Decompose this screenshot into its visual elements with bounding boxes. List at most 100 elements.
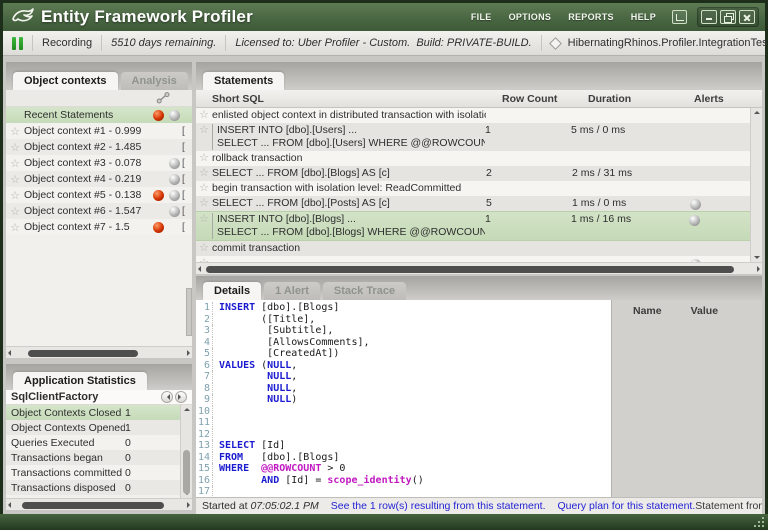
stat-row[interactable]: Transactions disposed 0 (6, 480, 180, 495)
favorite-star-icon[interactable]: ☆ (196, 213, 212, 225)
statement-row[interactable]: ☆ commit transaction (196, 241, 762, 256)
context-label: Object context #6 - 1.547 (24, 205, 142, 217)
context-list-item[interactable]: ☆ Object context #1 - 0.999 [ (6, 123, 192, 139)
context-list-item[interactable]: ☆ Object context #6 - 1.547 [ (6, 203, 192, 219)
stat-value: 0 (125, 466, 131, 479)
statement-row[interactable]: ☆ INSERT INTO [dbo].[Blogs] ... SELECT .… (196, 211, 762, 241)
context-list-item[interactable]: ☆ Object context #3 - 0.078 [ (6, 155, 192, 171)
favorite-star-icon[interactable]: ☆ (6, 173, 24, 186)
statements-horizontal-scrollbar[interactable] (196, 262, 762, 274)
statement-row[interactable]: ☆ enlisted object context in distributed… (196, 108, 762, 123)
favorite-star-icon[interactable]: ☆ (196, 167, 212, 179)
favorite-star-icon[interactable]: ☆ (196, 124, 212, 136)
favorite-star-icon[interactable]: ☆ (6, 141, 24, 154)
favorite-star-icon[interactable]: ☆ (196, 197, 212, 209)
context-list-item[interactable]: ☆ Object context #4 - 0.219 [ (6, 171, 192, 187)
build-label: Build: PRIVATE-BUILD. (416, 37, 532, 49)
license-cell: Licensed to: Uber Profiler - Custom. Bui… (226, 35, 542, 51)
menu-item[interactable]: REPORTS (568, 12, 614, 22)
favorite-star-icon[interactable]: ☆ (196, 182, 212, 194)
tab-stack-trace[interactable]: Stack Trace (322, 282, 407, 300)
clipped-text: [ (182, 205, 185, 217)
code-text: [Subtitle], (219, 325, 334, 336)
close-icon[interactable] (739, 10, 755, 24)
recording-indicator[interactable] (3, 35, 33, 51)
scrollbar-thumb[interactable] (182, 450, 190, 494)
scroll-right-icon[interactable] (187, 501, 190, 508)
favorite-star-icon[interactable]: ☆ (6, 157, 24, 170)
short-sql-text: SELECT ... FROM [dbo].[Posts] AS [c] (212, 197, 390, 209)
tab-statements[interactable]: Statements (203, 72, 285, 90)
scroll-up-icon[interactable] (753, 111, 760, 114)
context-label: Recent Statements (24, 109, 114, 121)
scrollbar-thumb[interactable] (206, 265, 734, 273)
menu-item[interactable]: HELP (631, 12, 656, 22)
started-at-time: 07:05:02.1 PM (250, 500, 319, 512)
scroll-right-icon[interactable] (757, 265, 760, 272)
scroll-right-icon[interactable] (187, 349, 190, 356)
stat-row[interactable]: Queries Executed 0 (6, 435, 180, 450)
context-list-item[interactable]: ☆ Object context #7 - 1.5 [ (6, 219, 192, 235)
param-value-header[interactable]: Value (691, 305, 718, 317)
scroll-left-icon[interactable] (8, 349, 11, 356)
scrollbar-thumb[interactable] (22, 501, 164, 509)
favorite-star-icon[interactable]: ☆ (196, 152, 212, 164)
param-name-header[interactable]: Name (633, 305, 662, 317)
sql-code-view[interactable]: 1 INSERT [dbo].[Blogs] 2 ([Title], 3 [Su… (196, 300, 612, 497)
statement-row[interactable]: ☆ rollback transaction (196, 151, 762, 166)
tab-analysis[interactable]: Analysis (120, 72, 188, 90)
column-row-count[interactable]: Row Count (502, 93, 588, 105)
stats-prev-icon[interactable] (161, 391, 173, 403)
favorite-star-icon[interactable]: ☆ (6, 189, 24, 202)
scroll-left-icon[interactable] (198, 265, 201, 272)
stat-row[interactable]: Transactions committed 0 (6, 465, 180, 480)
alert-gray-indicator (690, 199, 701, 210)
short-sql-text: INSERT INTO [dbo].[Blogs] ... SELECT ...… (212, 213, 485, 239)
favorite-star-icon[interactable]: ☆ (196, 109, 212, 121)
scroll-up-icon[interactable] (183, 408, 190, 411)
statement-row[interactable]: ☆ begin transaction with isolation level… (196, 181, 762, 196)
column-duration[interactable]: Duration (588, 93, 694, 105)
tab-application-statistics[interactable]: Application Statistics (13, 372, 147, 390)
statement-row[interactable]: ☆ SELECT ... FROM [dbo].[Blogs] AS [c] 2… (196, 166, 762, 181)
menu-item[interactable]: OPTIONS (509, 12, 552, 22)
favorite-star-icon[interactable]: ☆ (6, 221, 24, 234)
row-count-value: 5 (486, 197, 492, 209)
see-rows-link[interactable]: See the 1 row(s) resulting from this sta… (331, 500, 546, 512)
context-list-item[interactable]: ☆ Recent Statements (6, 107, 192, 123)
favorite-star-icon[interactable]: ☆ (6, 125, 24, 138)
statements-vertical-scrollbar[interactable] (750, 108, 762, 262)
statement-row[interactable]: ☆ INSERT INTO [dbo].[Users] ... SELECT .… (196, 123, 762, 151)
link-icon[interactable] (156, 92, 170, 104)
favorite-star-icon[interactable]: ☆ (196, 242, 212, 254)
scroll-left-icon[interactable] (8, 501, 11, 508)
popout-icon[interactable] (672, 10, 687, 24)
column-short-sql[interactable]: Short SQL (212, 93, 502, 105)
contexts-vertical-scrollbar[interactable] (186, 288, 192, 336)
scrollbar-thumb[interactable] (28, 349, 138, 357)
stat-row[interactable]: Object Contexts Closed 1 (6, 405, 180, 420)
stat-row[interactable]: Transactions began 0 (6, 450, 180, 465)
stats-horizontal-scrollbar[interactable] (6, 498, 192, 510)
maximize-icon[interactable] (720, 10, 736, 24)
status-toolbar: Recording 5510 days remaining. Licensed … (3, 31, 768, 56)
minimize-icon[interactable] (701, 10, 717, 24)
menu-item[interactable]: FILE (471, 12, 492, 22)
row-count-value: 2 (486, 167, 492, 179)
stats-next-icon[interactable] (175, 391, 187, 403)
contexts-horizontal-scrollbar[interactable] (6, 346, 192, 358)
application-statistics-panel: Application Statistics SqlClientFactory … (6, 364, 192, 510)
context-list-item[interactable]: ☆ Object context #2 - 1.485 [ (6, 139, 192, 155)
stat-row[interactable]: Object Contexts Opened 1 (6, 420, 180, 435)
scroll-down-icon[interactable] (753, 256, 760, 259)
resize-grip[interactable] (753, 517, 764, 527)
line-number: 2 (196, 313, 213, 325)
tab-details[interactable]: Details (203, 282, 262, 300)
statement-row[interactable]: ☆ SELECT ... FROM [dbo].[Posts] AS [c] 5… (196, 196, 762, 211)
tab-alert[interactable]: 1 Alert (264, 282, 320, 300)
tab-object-contexts[interactable]: Object contexts (13, 72, 118, 90)
column-alerts[interactable]: Alerts (694, 93, 762, 105)
favorite-star-icon[interactable]: ☆ (6, 205, 24, 218)
query-plan-link[interactable]: Query plan for this statement. (558, 500, 696, 512)
context-list-item[interactable]: ☆ Object context #5 - 0.138 [ (6, 187, 192, 203)
